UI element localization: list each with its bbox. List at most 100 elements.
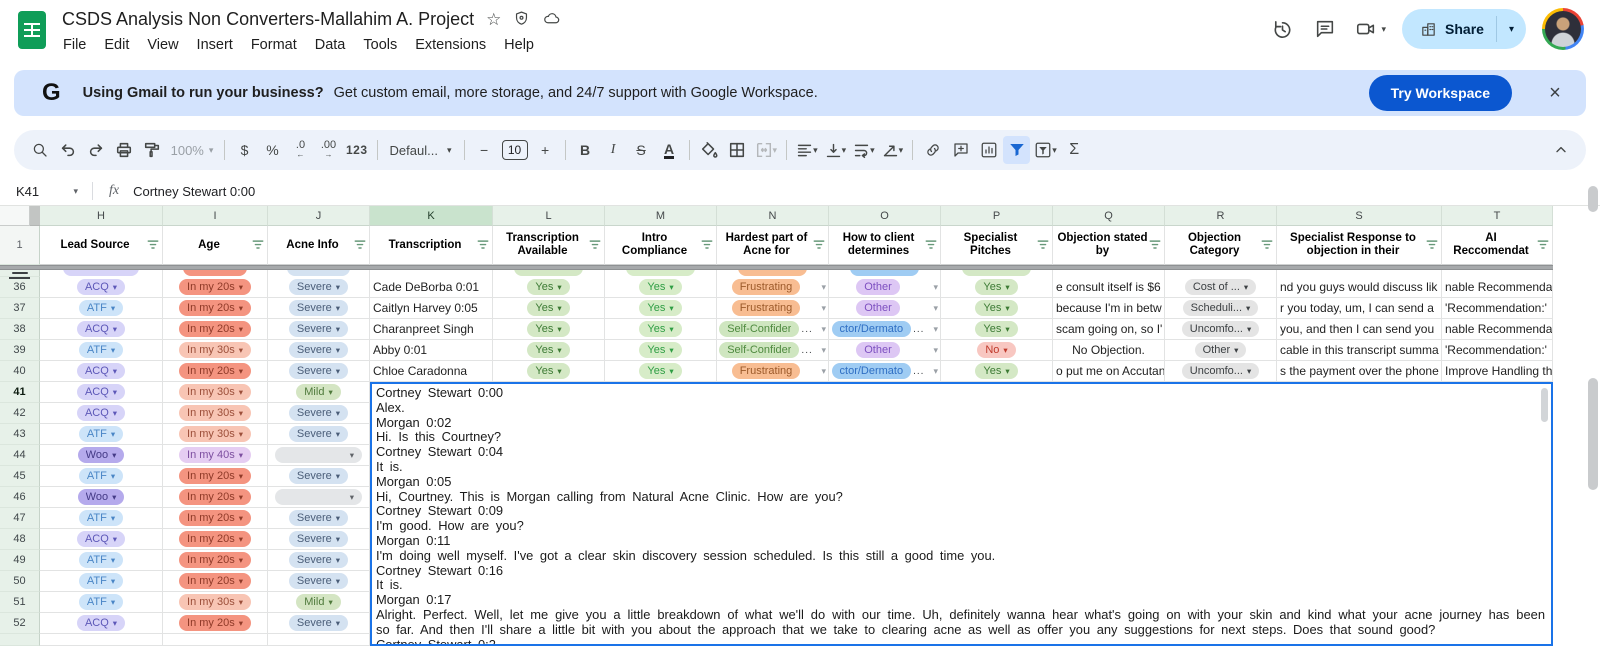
- cell-I43[interactable]: In my 30s ▾: [163, 424, 268, 445]
- chevron-down-icon[interactable]: ▾: [113, 409, 117, 418]
- cell-P40[interactable]: Yes ▾: [941, 361, 1053, 382]
- cell-H49[interactable]: ATF ▾: [40, 550, 163, 571]
- cell-P38[interactable]: Yes ▾: [941, 319, 1053, 340]
- dropdown-chip[interactable]: In my 40s ▾: [179, 447, 251, 463]
- cell-J49[interactable]: Severe ▾: [268, 550, 370, 571]
- chevron-down-icon[interactable]: ▾: [113, 619, 117, 628]
- dropdown-chip[interactable]: Yes ▾: [527, 321, 570, 337]
- chevron-down-icon[interactable]: ▾: [821, 324, 826, 335]
- dropdown-chip[interactable]: Yes ▾: [639, 300, 682, 316]
- chevron-down-icon[interactable]: ▾: [336, 535, 340, 544]
- cell-Q36[interactable]: e consult itself is $6: [1053, 277, 1165, 298]
- dropdown-chip[interactable]: ▾: [275, 489, 362, 505]
- filter-icon[interactable]: [813, 240, 825, 251]
- try-workspace-button[interactable]: Try Workspace: [1368, 75, 1512, 111]
- column-header-H[interactable]: Lead Source: [40, 226, 163, 265]
- dropdown-chip[interactable]: ACQ ▾: [76, 321, 126, 337]
- cell-R37[interactable]: Scheduli... ▾: [1165, 298, 1277, 319]
- cell-I47[interactable]: In my 20s ▾: [163, 508, 268, 529]
- dropdown-chip[interactable]: No ▾: [977, 342, 1016, 358]
- dropdown-chip[interactable]: ▾: [275, 447, 362, 463]
- close-icon[interactable]: ×: [1538, 76, 1572, 110]
- dropdown-chip[interactable]: Uncomfo... ▾: [1181, 321, 1260, 337]
- chevron-down-icon[interactable]: ▾: [113, 367, 117, 376]
- dropdown-chip[interactable]: ATF ▾: [78, 300, 124, 316]
- functions-button[interactable]: Σ: [1061, 136, 1088, 164]
- comments-icon[interactable]: [1312, 16, 1338, 42]
- cell-L37[interactable]: Yes ▾: [493, 298, 605, 319]
- row-header-46[interactable]: 46: [0, 487, 40, 508]
- cell-K39[interactable]: Abby 0:01: [370, 340, 493, 361]
- cell-I49[interactable]: In my 20s ▾: [163, 550, 268, 571]
- dropdown-chip[interactable]: Severe ▾: [288, 300, 349, 316]
- dropdown-chip[interactable]: In my 20s ▾: [179, 615, 251, 631]
- cell-I36[interactable]: In my 20s ▾: [163, 277, 268, 298]
- cell-J41[interactable]: Mild ▾: [268, 382, 370, 403]
- filter-icon[interactable]: [354, 240, 366, 251]
- cell-H50[interactable]: ATF ▾: [40, 571, 163, 592]
- cell-I40[interactable]: In my 20s ▾: [163, 361, 268, 382]
- chevron-down-icon[interactable]: ▾: [336, 577, 340, 586]
- increase-font-size-button[interactable]: +: [532, 136, 559, 164]
- cell-Q38[interactable]: scam going on, so I': [1053, 319, 1165, 340]
- column-letter-I[interactable]: I: [163, 206, 268, 226]
- font-select[interactable]: Defaul... ▾: [384, 136, 458, 164]
- row-header-45[interactable]: 45: [0, 466, 40, 487]
- chevron-down-icon[interactable]: ▾: [113, 388, 117, 397]
- column-letter-S[interactable]: S: [1277, 206, 1442, 226]
- dropdown-chip[interactable]: In my 20s ▾: [179, 552, 251, 568]
- cell-I42[interactable]: In my 30s ▾: [163, 403, 268, 424]
- dropdown-chip[interactable]: Yes ▾: [975, 279, 1018, 295]
- cell-H45[interactable]: ATF ▾: [40, 466, 163, 487]
- cell-I50[interactable]: In my 20s ▾: [163, 571, 268, 592]
- dropdown-chip[interactable]: Yes ▾: [975, 363, 1018, 379]
- hidden-rows-indicator[interactable]: [0, 270, 40, 277]
- cell-H39[interactable]: ATF ▾: [40, 340, 163, 361]
- chevron-down-icon[interactable]: ▾: [336, 325, 340, 334]
- dropdown-chip[interactable]: Severe ▾: [288, 342, 349, 358]
- dropdown-chip[interactable]: Yes ▾: [527, 279, 570, 295]
- cell-O36[interactable]: Other ▾: [829, 277, 941, 298]
- cell-L38[interactable]: Yes ▾: [493, 319, 605, 340]
- cell-H37[interactable]: ATF ▾: [40, 298, 163, 319]
- row-header-38[interactable]: 38: [0, 319, 40, 340]
- cell-Q37[interactable]: because I'm in betw: [1053, 298, 1165, 319]
- dropdown-chip[interactable]: Self-Confider: [719, 321, 800, 337]
- menu-data[interactable]: Data: [306, 34, 355, 56]
- dropdown-chip[interactable]: Other: [856, 279, 900, 295]
- cell-T37[interactable]: 'Recommendation:': [1442, 298, 1553, 319]
- cell-H52[interactable]: ACQ ▾: [40, 613, 163, 634]
- filter-icon[interactable]: [701, 240, 713, 251]
- row-header-40[interactable]: 40: [0, 361, 40, 382]
- insert-comment-button[interactable]: [947, 136, 974, 164]
- cell-K40[interactable]: Chloe Caradonna: [370, 361, 493, 382]
- dropdown-chip[interactable]: Severe ▾: [288, 615, 349, 631]
- column-header-P[interactable]: Specialist Pitches: [941, 226, 1053, 265]
- cell-O40[interactable]: ctor/Dermato... ▾: [829, 361, 941, 382]
- chevron-down-icon[interactable]: ▾: [112, 451, 116, 460]
- select-all-corner[interactable]: [0, 206, 30, 226]
- cell-J42[interactable]: Severe ▾: [268, 403, 370, 424]
- chevron-down-icon[interactable]: ▾: [669, 367, 673, 376]
- row-header-52[interactable]: 52: [0, 613, 40, 634]
- chevron-down-icon[interactable]: ▾: [933, 324, 938, 335]
- column-letter-O[interactable]: O: [829, 206, 941, 226]
- row-header-53[interactable]: [0, 634, 40, 646]
- dropdown-chip[interactable]: ctor/Dermato: [831, 363, 912, 379]
- chevron-down-icon[interactable]: ▾: [933, 366, 938, 377]
- chevron-down-icon[interactable]: ▾: [336, 367, 340, 376]
- chevron-down-icon[interactable]: ▾: [350, 493, 354, 502]
- filter-icon[interactable]: [1261, 240, 1273, 251]
- chevron-down-icon[interactable]: ▾: [239, 556, 243, 565]
- dropdown-chip[interactable]: Frustrating: [731, 279, 801, 295]
- share-button[interactable]: Share ▾: [1402, 9, 1526, 49]
- cell-L39[interactable]: Yes ▾: [493, 340, 605, 361]
- cell-K36[interactable]: Cade DeBorba 0:01: [370, 277, 493, 298]
- dropdown-chip[interactable]: Yes ▾: [975, 300, 1018, 316]
- dropdown-chip[interactable]: ATF ▾: [78, 594, 124, 610]
- menu-edit[interactable]: Edit: [95, 34, 138, 56]
- name-box[interactable]: K41 ▾: [0, 184, 86, 199]
- filter-icon[interactable]: [1426, 240, 1438, 251]
- column-header-O[interactable]: How to client determines: [829, 226, 941, 265]
- row-header-49[interactable]: 49: [0, 550, 40, 571]
